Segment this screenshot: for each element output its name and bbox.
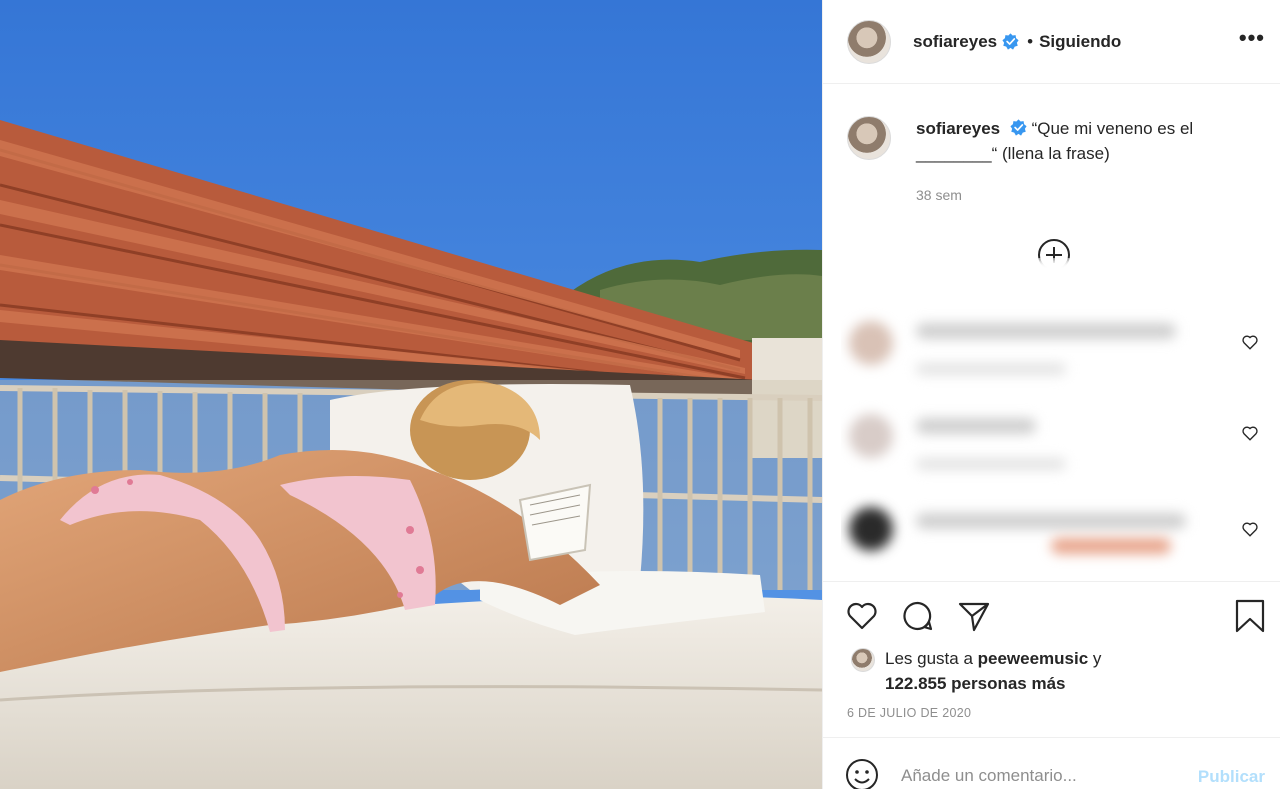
share-icon[interactable] <box>957 599 991 633</box>
post-header: sofiareyes • Siguiendo ••• <box>823 0 1280 84</box>
post-date[interactable]: 6 DE JULIO DE 2020 <box>847 706 971 720</box>
comment-text-blur <box>916 513 1186 529</box>
following-button[interactable]: Siguiendo <box>1039 32 1121 52</box>
heart-icon[interactable] <box>1241 520 1259 538</box>
caption-text-line2: ________“ (llena la frase) <box>916 144 1110 163</box>
comment-icon[interactable] <box>901 599 935 633</box>
list-item <box>841 503 1280 580</box>
post-image <box>0 0 822 789</box>
heart-icon[interactable] <box>1241 424 1259 442</box>
emoji-icon[interactable] <box>845 758 879 789</box>
likes-count[interactable]: 122.855 personas más <box>885 674 1066 693</box>
caption-avatar[interactable] <box>847 116 891 160</box>
comment-text-blur <box>916 323 1176 339</box>
publish-button[interactable]: Publicar <box>1198 767 1265 787</box>
caption-text-line1: “Que mi veneno es el <box>1031 119 1194 138</box>
caption-time[interactable]: 38 sem <box>916 187 962 203</box>
liker-avatar[interactable] <box>851 648 875 672</box>
liker-username[interactable]: peeweemusic <box>978 649 1089 668</box>
likes-prefix: Les gusta a <box>885 649 978 668</box>
comment-emoji-blur <box>1051 538 1171 554</box>
avatar <box>849 414 893 458</box>
heart-icon[interactable] <box>845 599 879 633</box>
caption-body: sofiareyes “Que mi veneno es el ________… <box>916 116 1193 166</box>
comment-text-blur <box>916 418 1036 434</box>
comment-meta-blur <box>916 363 1066 375</box>
post-side-panel: sofiareyes • Siguiendo ••• sofiareyes “Q… <box>822 0 1280 789</box>
username[interactable]: sofiareyes <box>913 32 997 52</box>
avatar <box>849 321 893 365</box>
bookmark-icon[interactable] <box>1233 599 1267 633</box>
post-actions: Les gusta a peeweemusic y 122.855 person… <box>823 581 1280 741</box>
comments-list <box>841 258 1280 580</box>
likes-text: Les gusta a peeweemusic y 122.855 person… <box>885 646 1185 696</box>
fade-overlay <box>841 258 1280 298</box>
likes-suffix: y <box>1088 649 1102 668</box>
caption: sofiareyes “Que mi veneno es el ________… <box>847 116 1257 166</box>
add-comment-bar: Publicar <box>823 737 1280 789</box>
avatar[interactable] <box>847 19 891 64</box>
comment-meta-blur <box>916 458 1066 470</box>
post-photo[interactable] <box>0 0 822 789</box>
caption-username[interactable]: sofiareyes <box>916 119 1000 138</box>
list-item <box>841 313 1280 403</box>
separator-dot: • <box>1027 31 1034 51</box>
more-icon[interactable]: ••• <box>1239 27 1265 49</box>
verified-icon <box>1010 119 1027 136</box>
heart-icon[interactable] <box>1241 333 1259 351</box>
comment-input[interactable] <box>901 766 1181 786</box>
verified-icon <box>1002 33 1019 50</box>
avatar <box>849 507 893 551</box>
list-item <box>841 408 1280 498</box>
likes-summary: Les gusta a peeweemusic y 122.855 person… <box>851 646 1185 696</box>
